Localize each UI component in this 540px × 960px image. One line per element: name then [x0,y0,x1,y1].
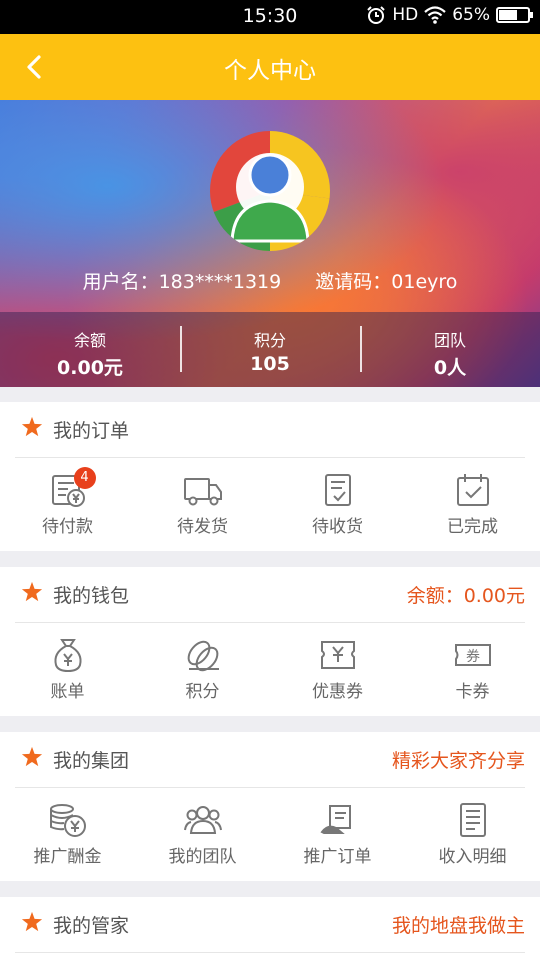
orders-title: 我的订单 [53,420,130,442]
stat-team[interactable]: 团队 0人 [360,312,540,387]
card-ticket-icon-text: 券 [466,649,480,665]
group-label: 推广订单 [303,847,372,867]
stat-balance[interactable]: 余额 0.00元 [0,312,180,387]
page-title: 个人中心 [224,58,316,84]
wallet-grid: 账单 积分 优惠券 券 卡券 [0,623,540,716]
battery-icon [496,7,533,23]
steward-header[interactable]: 我的管家 我的地盘我做主 [15,897,525,953]
group-team[interactable]: 我的团队 [135,788,270,881]
star-icon [21,416,43,437]
order-pending-payment[interactable]: 4 待付款 [0,458,135,551]
stat-points[interactable]: 积分 105 [180,312,360,387]
calendar-check-icon [456,474,489,506]
steward-card: 我的管家 我的地盘我做主 [0,897,540,960]
battery-percent: 65% [452,5,490,25]
wallet-label: 积分 [185,682,220,702]
order-label: 待发货 [177,517,228,537]
nav-bar: 个人中心 [0,34,540,100]
order-label: 已完成 [447,517,498,537]
battery-level [499,10,517,20]
wallet-header[interactable]: 我的钱包 余额：0.00元 [15,567,525,623]
money-bag-icon [54,639,81,673]
wallet-balance: 余额：0.00元 [406,585,525,607]
group-header[interactable]: 我的集团 精彩大家齐分享 [15,732,525,788]
stats-bar: 余额 0.00元 积分 105 团队 0人 [0,312,540,387]
stat-label: 余额 [73,331,106,350]
order-badge: 4 [73,467,96,489]
group-slogan: 精彩大家齐分享 [391,750,525,772]
income-detail-icon [459,803,486,837]
wallet-card-ticket[interactable]: 券 卡券 [405,623,540,716]
group-promo-orders[interactable]: 推广订单 [270,788,405,881]
team-icon [183,806,222,834]
truck-icon [183,478,222,506]
order-pending-shipment[interactable]: 待发货 [135,458,270,551]
status-bar: 15:30 HD 65% [0,0,540,34]
group-label: 推广酬金 [33,847,102,867]
group-title: 我的集团 [53,750,130,772]
group-income-detail[interactable]: 收入明细 [405,788,540,881]
coin-stack-icon [49,804,86,837]
wallet-points[interactable]: 积分 [135,623,270,716]
avatar[interactable] [210,131,330,251]
order-completed[interactable]: 已完成 [405,458,540,551]
star-icon [21,746,43,767]
coupon-icon [320,641,355,669]
steward-title: 我的管家 [53,915,130,937]
username-label: 用户名：183****1319 [82,271,282,293]
receive-icon [324,474,351,506]
wifi-icon [424,6,446,24]
stat-value: 0.00元 [57,357,123,379]
order-label: 待付款 [42,517,93,537]
group-label: 我的团队 [168,847,237,867]
wallet-card: 我的钱包 余额：0.00元 账单 积分 优惠券 券 卡券 [0,567,540,716]
stat-label: 团队 [433,331,466,350]
wallet-bill[interactable]: 账单 [0,623,135,716]
group-grid: 推广酬金 我的团队 推广订单 收入明细 [0,788,540,881]
promo-order-icon [319,805,351,834]
order-label: 待收货 [312,517,363,537]
stat-value: 105 [250,353,290,375]
order-pending-receipt[interactable]: 待收货 [270,458,405,551]
wallet-label: 优惠券 [312,682,363,702]
star-icon [21,581,43,602]
star-icon [21,911,43,932]
stat-label: 积分 [253,331,286,350]
group-commission[interactable]: 推广酬金 [0,788,135,881]
steward-slogan: 我的地盘我做主 [391,915,525,937]
alarm-icon [367,6,386,24]
invite-code-label: 邀请码：01eyro [315,271,458,293]
wallet-label: 账单 [50,682,85,702]
wallet-title: 我的钱包 [53,585,130,607]
profile-header: 用户名：183****1319 邀请码：01eyro 余额 0.00元 积分 1… [0,100,540,387]
stat-value: 0人 [433,357,467,379]
coins-icon [187,640,219,672]
user-info: 用户名：183****1319 邀请码：01eyro [0,267,540,294]
card-ticket-icon: 券 [454,644,491,666]
wallet-label: 卡券 [455,682,490,702]
group-card: 我的集团 精彩大家齐分享 推广酬金 我的团队 推广订单 收入明细 [0,732,540,881]
group-label: 收入明细 [438,847,507,867]
network-type: HD [392,5,419,25]
orders-grid: 4 待付款 待发货 待收货 已完成 [0,458,540,551]
orders-card: 我的订单 4 待付款 待发货 待收货 已完成 [0,402,540,551]
orders-header[interactable]: 我的订单 [15,402,525,458]
status-indicators: HD 65% [366,5,533,25]
wallet-coupon[interactable]: 优惠券 [270,623,405,716]
